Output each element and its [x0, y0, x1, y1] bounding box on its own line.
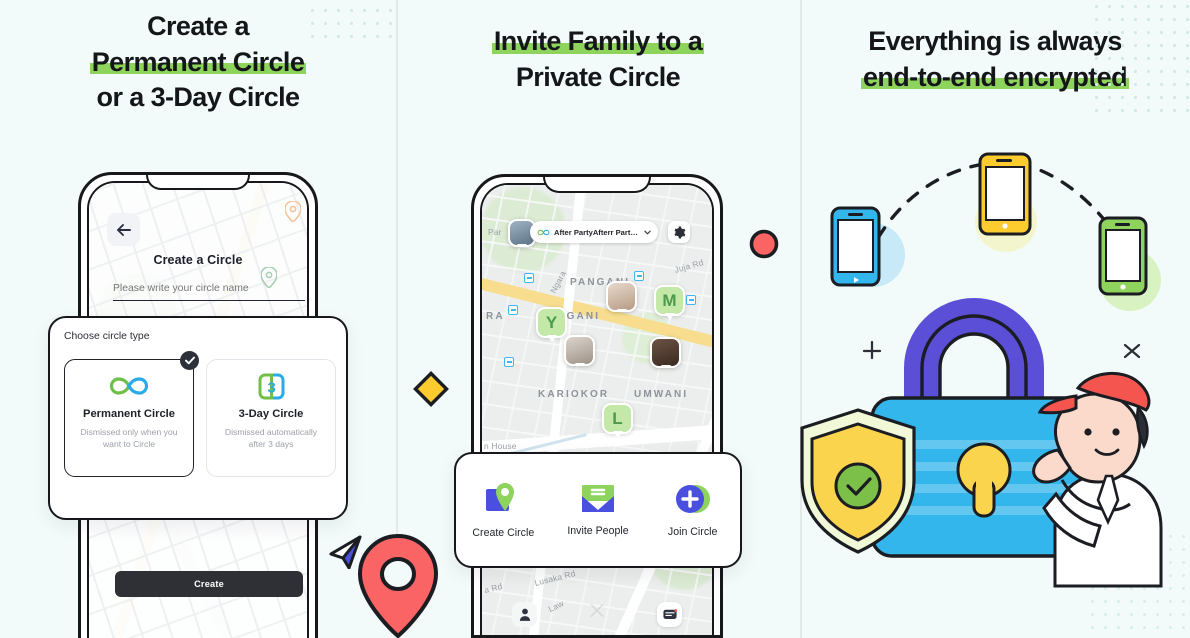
headline-line-3: or a 3-Day Circle — [96, 82, 301, 113]
headline-encryption: Everything is always end-to-end encrypte… — [800, 24, 1190, 95]
page-title: Create a Circle — [153, 253, 243, 267]
profile-icon[interactable] — [512, 602, 537, 627]
action-join-circle[interactable]: Join Circle — [647, 483, 739, 538]
member-marker-letter[interactable]: L — [602, 403, 633, 434]
member-marker-avatar[interactable] — [564, 335, 595, 366]
map-label: RA — [486, 311, 505, 322]
phone-notch — [146, 175, 250, 190]
infinity-icon — [537, 229, 550, 235]
option-title: Permanent Circle — [82, 408, 176, 420]
headline-line-1: Invite Family to a — [491, 26, 705, 56]
map-label: n House — [484, 441, 517, 451]
plus-sparkle — [862, 340, 882, 365]
chat-icon[interactable] — [657, 602, 682, 627]
compass-decor-icon — [590, 603, 605, 623]
sheet-title: Choose circle type — [64, 331, 150, 342]
x-sparkle — [1122, 341, 1142, 366]
join-plus-icon — [675, 484, 710, 513]
map-poi-icon[interactable] — [686, 295, 696, 305]
headline-line-1: Everything is always — [868, 26, 1122, 56]
gear-icon — [673, 226, 685, 238]
arrow-left-icon — [116, 223, 131, 236]
circle-name-input[interactable] — [113, 283, 305, 301]
map-poi-icon[interactable] — [634, 271, 644, 281]
member-marker-avatar[interactable] — [650, 337, 681, 368]
headline-line-2: Private Circle — [515, 61, 681, 92]
infinity-icon — [108, 373, 150, 399]
map-label: KARIOKOR — [538, 389, 610, 400]
headline-line-1: Create a — [147, 11, 249, 41]
map-poi-icon[interactable] — [508, 305, 518, 315]
action-label: Create Circle — [472, 526, 535, 539]
headline-line-2: end-to-end encrypted — [860, 61, 1129, 92]
create-button[interactable]: Create — [115, 571, 303, 597]
encryption-illustration — [800, 152, 1163, 588]
option-description: Dismissed only when you want to Circle — [80, 427, 178, 450]
circle-type-sheet: Choose circle type Permanent Circle Dism… — [48, 316, 348, 520]
selected-check-badge — [180, 351, 199, 370]
svg-text:3: 3 — [267, 379, 275, 396]
member-marker-avatar[interactable] — [606, 281, 637, 312]
phone-frame-map: PANGANI PANGANI KARIOKOR UMWANI MAJENGO … — [471, 174, 723, 638]
member-marker-letter[interactable]: Y — [536, 307, 567, 338]
map-label: UMWANI — [634, 389, 689, 400]
phone-blue — [830, 206, 881, 287]
headline-invite-family: Invite Family to a Private Circle — [396, 24, 800, 95]
create-circle-icon — [486, 482, 515, 511]
map-pin-icon — [284, 200, 302, 227]
action-create-circle[interactable]: Create Circle — [457, 482, 549, 539]
circle-dot-shape — [748, 228, 780, 265]
map-poi-icon[interactable] — [504, 357, 514, 367]
option-description: Dismissed automatically after 3 days — [224, 427, 318, 450]
headline-create-circle: Create a Permanent Circle or a 3-Day Cir… — [0, 9, 396, 116]
option-title: 3-Day Circle — [238, 408, 304, 420]
action-label: Invite People — [567, 524, 629, 537]
chevron-down-icon — [644, 230, 651, 235]
three-day-icon: 3 — [258, 373, 285, 399]
circle-selector-label: After PartyAfterr Part(13) — [554, 227, 640, 237]
map-pin-shape — [356, 533, 440, 638]
screenshot-stage: Create a Permanent Circle or a 3-Day Cir… — [0, 0, 1190, 638]
action-label: Join Circle — [667, 525, 718, 538]
quick-actions-sheet: Create Circle Invite People Join Circle — [454, 452, 742, 568]
circle-type-option-permanent[interactable]: Permanent Circle Dismissed only when you… — [64, 359, 194, 477]
action-invite-people[interactable]: Invite People — [552, 484, 644, 537]
member-marker-letter[interactable]: M — [654, 285, 685, 316]
invite-envelope-icon — [581, 484, 614, 512]
phone-notch — [543, 177, 651, 193]
check-icon — [184, 356, 195, 365]
circle-name-field-wrap — [113, 278, 305, 301]
phone-bottom-nav — [482, 595, 712, 635]
diamond-shape — [411, 369, 451, 414]
settings-button[interactable] — [668, 221, 690, 243]
phone-green — [1098, 216, 1148, 296]
circle-selector-dropdown[interactable]: After PartyAfterr Part(13) — [530, 221, 658, 243]
circle-type-option-3day[interactable]: 3 3-Day Circle Dismissed automatically a… — [206, 359, 336, 477]
lock-shackle-outline-b — [938, 332, 1010, 400]
map-poi-icon[interactable] — [524, 273, 534, 283]
headline-line-2: Permanent Circle — [89, 46, 307, 77]
phone-yellow — [978, 152, 1032, 236]
back-button[interactable] — [107, 213, 140, 246]
map-label: Par — [488, 227, 502, 237]
